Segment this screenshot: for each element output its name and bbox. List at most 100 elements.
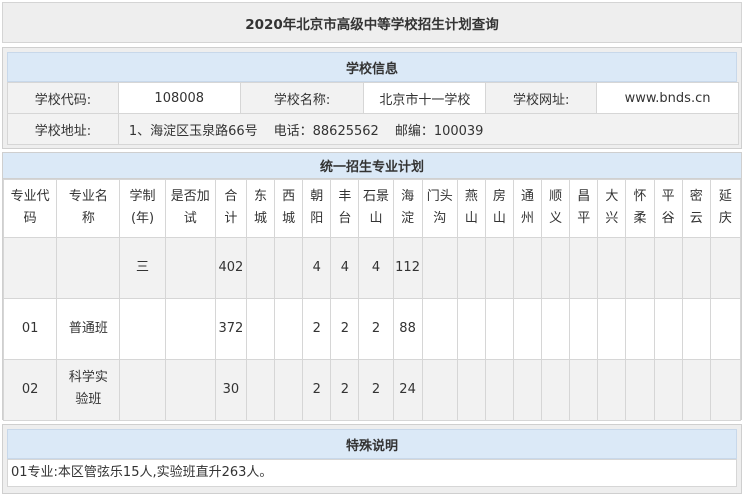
cell-fengtai: 2: [330, 298, 360, 360]
cell-years: 三: [119, 237, 166, 299]
column-header: 西城: [274, 179, 304, 238]
cell-fangshan: [484, 237, 514, 299]
column-header: 是否加试: [164, 179, 216, 238]
cell-miyun: [681, 298, 711, 360]
postcode-text: 邮编：100039: [394, 123, 484, 139]
cell-chaoyang: 2: [302, 298, 332, 360]
table-row: 02 科学实 验班 30 2 2 2 24: [2, 359, 742, 421]
column-header: 门头沟: [421, 179, 458, 238]
cell-shunyi: [541, 298, 571, 360]
school-info-header: 学校信息: [7, 52, 737, 82]
cell-yanqing: [709, 298, 742, 360]
cell-fengtai: 2: [330, 359, 360, 421]
cell-fangshan: [484, 298, 514, 360]
cell-shijingshan: 2: [358, 298, 394, 360]
cell-mentougou: [421, 359, 458, 421]
cell-miyun: [681, 237, 711, 299]
cell-haidian: 112: [392, 237, 423, 299]
cell-dongcheng: [245, 298, 276, 360]
cell-years: [119, 298, 166, 360]
cell-yanqing: [709, 359, 742, 421]
column-header: 房山: [484, 179, 514, 238]
column-header: 燕山: [456, 179, 486, 238]
page-title: 2020年北京市高级中等学校招生计划查询: [2, 2, 742, 43]
cell-tongzhou: [512, 298, 543, 360]
cell-pinggu: [653, 359, 683, 421]
column-header: 合计: [214, 179, 247, 238]
cell-total: 30: [214, 359, 247, 421]
plan-header: 统一招生专业计划: [3, 153, 741, 179]
website-link[interactable]: www.bnds.cn: [596, 82, 739, 114]
column-header: 大兴: [597, 179, 627, 238]
cell-miyun: [681, 359, 711, 421]
address-label: 学校地址:: [7, 113, 119, 145]
cell-name: 普通班: [56, 298, 121, 360]
address-text: 1、海淀区玉泉路66号: [128, 123, 258, 139]
cell-fengtai: 4: [330, 237, 360, 299]
cell-code: 01: [2, 298, 58, 360]
name-value: 北京市十一学校: [363, 82, 487, 114]
column-header: 丰台: [330, 179, 360, 238]
column-header: 延庆: [709, 179, 742, 238]
cell-yanqing: [709, 237, 742, 299]
code-label: 学校代码:: [7, 82, 119, 114]
column-header: 专业名称: [56, 179, 121, 238]
page: 2020年北京市高级中等学校招生计划查询 学校信息 学校代码: 108008 学…: [0, 0, 744, 498]
cell-name: 科学实 验班: [56, 359, 121, 421]
cell-code: [2, 237, 58, 299]
cell-changping: [569, 298, 599, 360]
cell-huairou: [625, 298, 655, 360]
code-value: 108008: [117, 82, 241, 114]
cell-huairou: [625, 237, 655, 299]
school-info-table: 学校代码: 108008 学校名称: 北京市十一学校 学校网址: www.bnd…: [7, 82, 740, 145]
cell-shijingshan: 4: [358, 237, 394, 299]
name-label: 学校名称:: [239, 82, 365, 114]
cell-pinggu: [653, 298, 683, 360]
cell-total: 372: [214, 298, 247, 360]
cell-changping: [569, 359, 599, 421]
cell-extra: [164, 237, 216, 299]
cell-daxing: [597, 298, 627, 360]
cell-haidian: 24: [392, 359, 423, 421]
notes-panel: 特殊说明 01专业:本区管弦乐15人,实验班直升263人。: [2, 424, 742, 494]
column-header: 石景山: [358, 179, 394, 238]
column-header: 怀柔: [625, 179, 655, 238]
cell-pinggu: [653, 237, 683, 299]
column-header: 通州: [512, 179, 543, 238]
cell-dongcheng: [245, 237, 276, 299]
plan-panel: 统一招生专业计划 专业代码专业名称学制 (年) 是否加试合计东城西城朝阳丰台石景山海…: [2, 152, 742, 421]
school-info-panel: 学校信息 学校代码: 108008 学校名称: 北京市十一学校 学校网址: ww…: [2, 47, 742, 149]
column-header: 平谷: [653, 179, 683, 238]
plan-header-row: 专业代码专业名称学制 (年) 是否加试合计东城西城朝阳丰台石景山海淀门头沟燕山房山通…: [2, 179, 742, 238]
cell-tongzhou: [512, 237, 543, 299]
cell-daxing: [597, 359, 627, 421]
plan-table: 专业代码专业名称学制 (年) 是否加试合计东城西城朝阳丰台石景山海淀门头沟燕山房山通…: [2, 179, 742, 421]
cell-xicheng: [274, 298, 304, 360]
cell-name: [56, 237, 121, 299]
website-label: 学校网址:: [485, 82, 598, 114]
cell-code: 02: [2, 359, 58, 421]
column-header: 密云: [681, 179, 711, 238]
cell-huairou: [625, 359, 655, 421]
cell-dongcheng: [245, 359, 276, 421]
cell-daxing: [597, 237, 627, 299]
cell-yanshan: [456, 237, 486, 299]
address-value: 1、海淀区玉泉路66号 电话：88625562 邮编：100039: [117, 113, 740, 145]
column-header: 顺义: [541, 179, 571, 238]
cell-extra: [164, 359, 216, 421]
phone-text: 电话：88625562: [273, 123, 379, 139]
column-header: 专业代码: [2, 179, 58, 238]
column-header: 朝阳: [302, 179, 332, 238]
cell-chaoyang: 4: [302, 237, 332, 299]
notes-header: 特殊说明: [7, 429, 737, 459]
cell-xicheng: [274, 359, 304, 421]
cell-shunyi: [541, 359, 571, 421]
cell-extra: [164, 298, 216, 360]
table-row: 三 402 4 4 4 112: [2, 237, 742, 299]
cell-changping: [569, 237, 599, 299]
column-header: 东城: [245, 179, 276, 238]
cell-haidian: 88: [392, 298, 423, 360]
column-header: 昌平: [569, 179, 599, 238]
cell-mentougou: [421, 298, 458, 360]
column-header: 海淀: [392, 179, 423, 238]
